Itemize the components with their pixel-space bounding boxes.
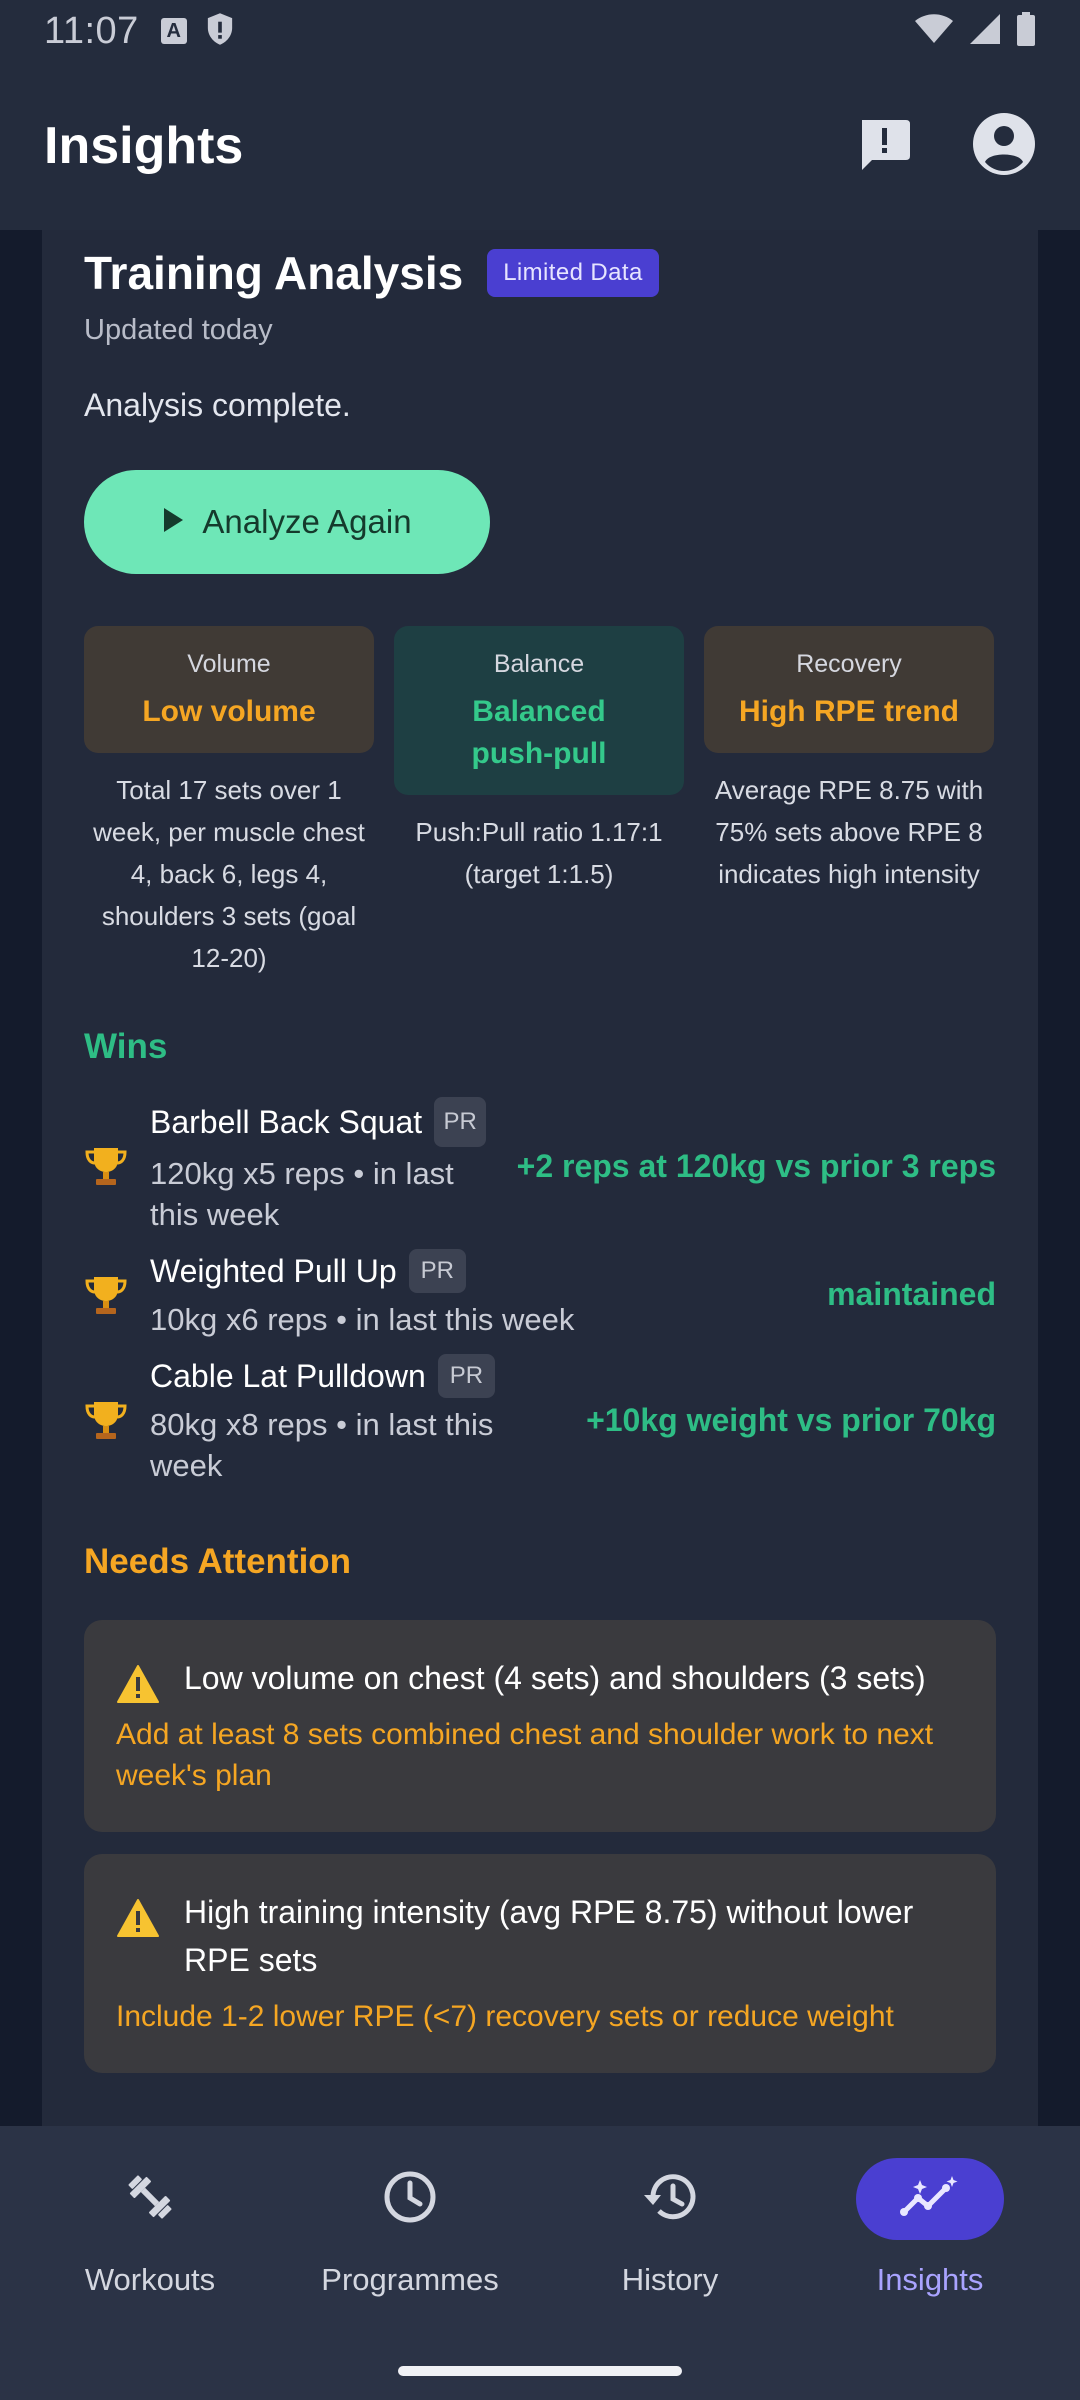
metric-volume: Volume Low volume Total 17 sets over 1 w…	[84, 626, 374, 979]
home-indicator[interactable]	[398, 2366, 682, 2376]
pr-badge: PR	[434, 1097, 487, 1147]
metric-balance: Balance Balanced push-pull Push:Pull rat…	[394, 626, 684, 979]
feedback-button[interactable]	[852, 114, 916, 178]
shield-icon	[205, 12, 235, 51]
win-delta: +2 reps at 120kg vs prior 3 reps	[516, 1147, 996, 1184]
analysis-card: Training Analysis Limited Data Updated t…	[42, 230, 1038, 2126]
attention-title: Low volume on chest (4 sets) and shoulde…	[184, 1660, 926, 1696]
win-detail: 120kg x5 reps • in last this week	[150, 1156, 454, 1232]
nav-label: Programmes	[321, 2262, 499, 2297]
trophy-icon	[84, 1398, 150, 1442]
app-bar: Insights	[0, 62, 1080, 230]
signal-icon	[968, 12, 1002, 51]
win-item: Cable Lat Pulldown PR 80kg x8 reps • in …	[84, 1354, 996, 1486]
limited-data-badge: Limited Data	[487, 249, 659, 297]
analyze-again-label: Analyze Again	[202, 503, 412, 540]
metric-value: Balanced push-pull	[471, 695, 607, 770]
attention-list: Low volume on chest (4 sets) and shoulde…	[84, 1620, 996, 2073]
win-delta: maintained	[827, 1276, 996, 1312]
nav-history[interactable]: History	[540, 2126, 800, 2400]
win-item: Barbell Back Squat PR 120kg x5 reps • in…	[84, 1097, 996, 1235]
analysis-title: Training Analysis	[84, 247, 464, 299]
status-time: 11:07	[44, 9, 139, 52]
pr-badge: PR	[408, 1249, 466, 1293]
metric-recovery: Recovery High RPE trend Average RPE 8.75…	[704, 626, 994, 979]
metrics-row: Volume Low volume Total 17 sets over 1 w…	[84, 626, 996, 979]
trophy-icon	[84, 1273, 150, 1317]
needs-attention-title: Needs Attention	[84, 1542, 352, 1581]
win-exercise-name: Cable Lat Pulldown	[150, 1357, 426, 1394]
play-icon	[162, 503, 184, 541]
attention-action: Include 1-2 lower RPE (<7) recovery sets…	[116, 2000, 894, 2033]
wins-list: Barbell Back Squat PR 120kg x5 reps • in…	[84, 1097, 996, 1486]
nav-label: Workouts	[84, 2262, 216, 2297]
page-title: Insights	[44, 117, 244, 175]
attention-item: High training intensity (avg RPE 8.75) w…	[84, 1854, 996, 2073]
bottom-navigation: Workouts Programmes History Insights	[0, 2126, 1080, 2400]
account-circle-icon	[972, 112, 1036, 181]
pr-badge: PR	[437, 1354, 496, 1398]
account-button[interactable]	[972, 112, 1036, 181]
attention-action: Add at least 8 sets combined chest and s…	[116, 1718, 934, 1792]
metric-description: Total 17 sets over 1 week, per muscle ch…	[93, 775, 365, 973]
clock-icon	[382, 2169, 438, 2230]
notification-a-icon: A	[160, 18, 187, 44]
nav-label: History	[621, 2262, 719, 2297]
win-exercise-name: Weighted Pull Up	[150, 1252, 397, 1289]
wins-title: Wins	[84, 1027, 168, 1066]
dumbbell-icon	[122, 2169, 178, 2230]
trophy-icon	[84, 1144, 150, 1188]
wifi-icon	[914, 13, 954, 50]
attention-title: High training intensity (avg RPE 8.75) w…	[184, 1894, 914, 1978]
screen: 11:07 A Insights Training Analysis Limit…	[0, 0, 1080, 2400]
status-bar: 11:07 A	[0, 0, 1080, 62]
win-item: Weighted Pull Up PR 10kg x6 reps • in la…	[84, 1249, 996, 1340]
win-detail: 10kg x6 reps • in last this week	[150, 1302, 575, 1337]
feedback-icon	[856, 116, 912, 177]
win-delta: +10kg weight vs prior 70kg	[586, 1401, 996, 1438]
metric-label: Recovery	[796, 650, 902, 678]
battery-icon	[1016, 11, 1036, 51]
metric-value: High RPE trend	[738, 695, 959, 728]
nav-insights[interactable]: Insights	[800, 2126, 1060, 2400]
analyze-again-button[interactable]: Analyze Again	[84, 470, 490, 574]
metric-description: Push:Pull ratio 1.17:1 (target 1:1.5)	[415, 817, 663, 889]
metric-label: Balance	[493, 650, 585, 678]
metric-label: Volume	[187, 650, 271, 678]
win-detail: 80kg x8 reps • in last this week	[150, 1407, 494, 1483]
metric-description: Average RPE 8.75 with 75% sets above RPE…	[714, 775, 984, 889]
insights-icon	[900, 2174, 960, 2225]
nav-workouts[interactable]: Workouts	[20, 2126, 280, 2400]
win-exercise-name: Barbell Back Squat	[150, 1103, 423, 1140]
attention-item: Low volume on chest (4 sets) and shoulde…	[84, 1620, 996, 1832]
updated-text: Updated today	[84, 314, 273, 346]
history-icon	[641, 2169, 699, 2230]
analysis-status: Analysis complete.	[84, 387, 351, 423]
nav-programmes[interactable]: Programmes	[280, 2126, 540, 2400]
nav-label: Insights	[876, 2262, 984, 2297]
metric-value: Low volume	[142, 695, 316, 728]
